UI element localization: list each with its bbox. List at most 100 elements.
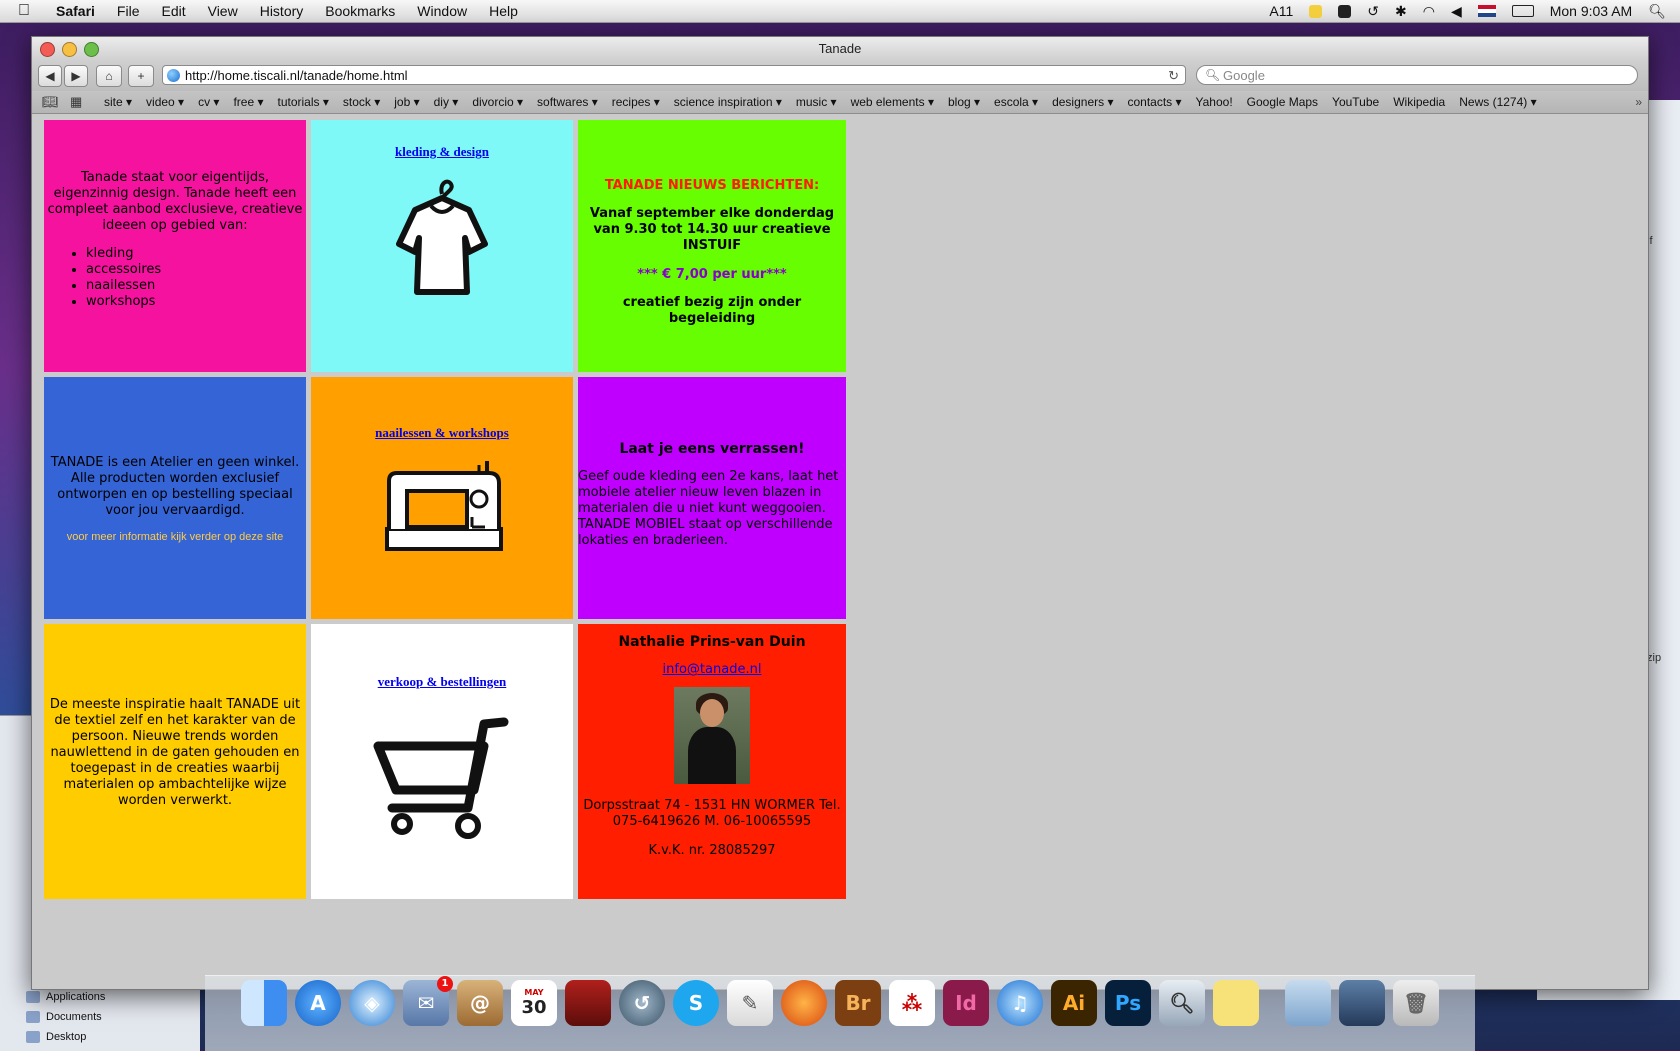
kleding-design-link[interactable]: kleding & design — [311, 144, 573, 160]
front-row-dock-icon[interactable] — [565, 980, 611, 1026]
bookmark-video[interactable]: video ▾ — [146, 95, 184, 109]
search-field[interactable]: 🔍︎ Google — [1196, 65, 1638, 85]
intro-panel: Tanade staat voor eigentijds, eigenzinni… — [44, 120, 306, 372]
bookmark-blog[interactable]: blog ▾ — [948, 95, 980, 109]
mail-dock-icon[interactable]: ✉ 1 — [403, 976, 453, 1026]
search-placeholder: Google — [1223, 68, 1265, 83]
app-status-icon[interactable] — [1338, 4, 1352, 18]
menu-file[interactable]: File — [117, 3, 140, 19]
top-sites-grid-icon[interactable]: ▦ — [70, 94, 88, 110]
bookmark-diy[interactable]: diy ▾ — [434, 95, 459, 109]
sidebar-item-documents[interactable]: Documents — [46, 1011, 102, 1023]
contact-panel: Nathalie Prins-van Duin info@tanade.nl D… — [578, 624, 846, 899]
bookmark-science-inspiration[interactable]: science inspiration ▾ — [674, 95, 782, 109]
skype-dock-icon[interactable]: S — [673, 980, 719, 1026]
shirt-hanger-icon[interactable] — [387, 174, 497, 304]
safari-window: Tanade ◀ ▶ ⌂ + http://home.tiscali.nl/ta… — [31, 36, 1649, 990]
bookmark-google-maps[interactable]: Google Maps — [1247, 95, 1318, 109]
naailessen-workshops-link[interactable]: naailessen & workshops — [311, 425, 573, 441]
growl-icon[interactable] — [1309, 4, 1323, 18]
sidebar-item-desktop[interactable]: Desktop — [46, 1031, 86, 1043]
textedit-dock-icon[interactable]: ✎ — [727, 980, 773, 1026]
app-store-dock-icon[interactable]: A — [295, 980, 341, 1026]
bookmark-free[interactable]: free ▾ — [233, 95, 263, 109]
applications-stack-dock-icon[interactable] — [1285, 980, 1331, 1026]
adobe-status-icon[interactable]: A11 — [1269, 3, 1293, 19]
contact-name: Nathalie Prins-van Duin — [618, 634, 806, 650]
verkoop-bestellingen-link[interactable]: verkoop & bestellingen — [311, 674, 573, 690]
bookmark-softwares[interactable]: softwares ▾ — [537, 95, 598, 109]
preview-dock-icon[interactable]: 🔍︎ — [1159, 980, 1205, 1026]
forward-button[interactable]: ▶ — [64, 65, 88, 87]
spotlight-icon[interactable]: 🔍︎ — [1648, 3, 1666, 20]
apple-menu-icon[interactable]:  — [18, 2, 40, 20]
indesign-dock-icon[interactable]: Id — [943, 980, 989, 1026]
bookmark-wikipedia[interactable]: Wikipedia — [1393, 95, 1445, 109]
bookmark-site[interactable]: site ▾ — [104, 95, 132, 109]
stickies-dock-icon[interactable] — [1213, 980, 1259, 1026]
wifi-icon[interactable]: ◠ — [1423, 3, 1435, 20]
menu-view[interactable]: View — [208, 3, 238, 19]
illustrator-dock-icon[interactable]: Ai — [1051, 980, 1097, 1026]
itunes-dock-icon[interactable]: ♫ — [997, 980, 1043, 1026]
battery-icon[interactable] — [1511, 5, 1534, 17]
bookmark-youtube[interactable]: YouTube — [1332, 95, 1379, 109]
bookmark-news[interactable]: News (1274) ▾ — [1459, 95, 1536, 109]
close-button[interactable] — [40, 42, 55, 57]
trash-dock-icon[interactable]: 🗑︎ — [1393, 980, 1439, 1026]
menubar-clock[interactable]: Mon 9:03 AM — [1550, 3, 1633, 19]
surprise-panel: Laat je eens verrassen! Geef oude kledin… — [578, 377, 846, 619]
bookmark-tutorials[interactable]: tutorials ▾ — [277, 95, 328, 109]
minimize-button[interactable] — [62, 42, 77, 57]
bookmark-recipes[interactable]: recipes ▾ — [612, 95, 660, 109]
menu-history[interactable]: History — [260, 3, 304, 19]
finder-dock-icon[interactable] — [241, 980, 287, 1026]
photoshop-dock-icon[interactable]: Ps — [1105, 980, 1151, 1026]
downloads-stack-dock-icon[interactable] — [1339, 980, 1385, 1026]
reload-icon[interactable]: ↻ — [1168, 66, 1179, 86]
bookmark-yahoo[interactable]: Yahoo! — [1196, 95, 1233, 109]
show-bookmarks-icon[interactable]: 📖︎ — [42, 94, 60, 110]
volume-icon[interactable]: ◀ — [1451, 3, 1462, 20]
bookmark-divorcio[interactable]: divorcio ▾ — [472, 95, 523, 109]
bridge-dock-icon[interactable]: Br — [835, 980, 881, 1026]
calendar-day: 30 — [521, 997, 547, 1018]
bookmark-job[interactable]: job ▾ — [394, 95, 419, 109]
firefox-dock-icon[interactable] — [781, 980, 827, 1026]
background-text-fragment: zip — [1647, 652, 1662, 664]
shopping-cart-icon[interactable] — [372, 712, 512, 842]
menu-edit[interactable]: Edit — [161, 3, 185, 19]
menu-app-safari[interactable]: Safari — [56, 3, 95, 19]
zoom-button[interactable] — [84, 42, 99, 57]
window-titlebar[interactable]: Tanade — [32, 37, 1648, 61]
menu-window[interactable]: Window — [417, 3, 467, 19]
add-bookmark-button[interactable]: + — [128, 65, 154, 87]
sewing-machine-icon[interactable] — [377, 451, 507, 555]
menu-help[interactable]: Help — [489, 3, 518, 19]
desktop-folder-icon — [26, 1031, 40, 1043]
bookmark-web-elements[interactable]: web elements ▾ — [851, 95, 934, 109]
acrobat-dock-icon[interactable]: ⁂ — [889, 980, 935, 1026]
bookmark-music[interactable]: music ▾ — [796, 95, 837, 109]
address-book-dock-icon[interactable]: @ — [457, 980, 503, 1026]
ical-dock-icon[interactable]: MAY 30 — [511, 980, 557, 1026]
bookmark-stock[interactable]: stock ▾ — [343, 95, 380, 109]
bluetooth-icon[interactable]: ✱ — [1395, 3, 1407, 20]
safari-dock-icon[interactable]: ◈ — [349, 980, 395, 1026]
time-machine-dock-icon[interactable]: ↺ — [619, 980, 665, 1026]
bookmark-contacts[interactable]: contacts ▾ — [1127, 95, 1181, 109]
menu-bookmarks[interactable]: Bookmarks — [325, 3, 395, 19]
time-machine-icon[interactable]: ↺ — [1367, 3, 1379, 20]
bookmark-escola[interactable]: escola ▾ — [994, 95, 1038, 109]
more-bookmarks-chevron-icon[interactable]: » — [1635, 95, 1642, 109]
back-button[interactable]: ◀ — [38, 65, 62, 87]
site-icon — [167, 69, 180, 82]
bookmark-cv[interactable]: cv ▾ — [198, 95, 219, 109]
address-bar[interactable]: http://home.tiscali.nl/tanade/home.html … — [162, 65, 1186, 85]
inspiration-text: De meeste inspiratie haalt TANADE uit de… — [49, 697, 301, 808]
bookmark-designers[interactable]: designers ▾ — [1052, 95, 1113, 109]
input-source-flag-icon[interactable] — [1477, 5, 1496, 17]
home-button[interactable]: ⌂ — [96, 65, 122, 87]
sidebar-item-applications[interactable]: Applications — [46, 991, 105, 1003]
contact-email-link[interactable]: info@tanade.nl — [578, 662, 846, 677]
